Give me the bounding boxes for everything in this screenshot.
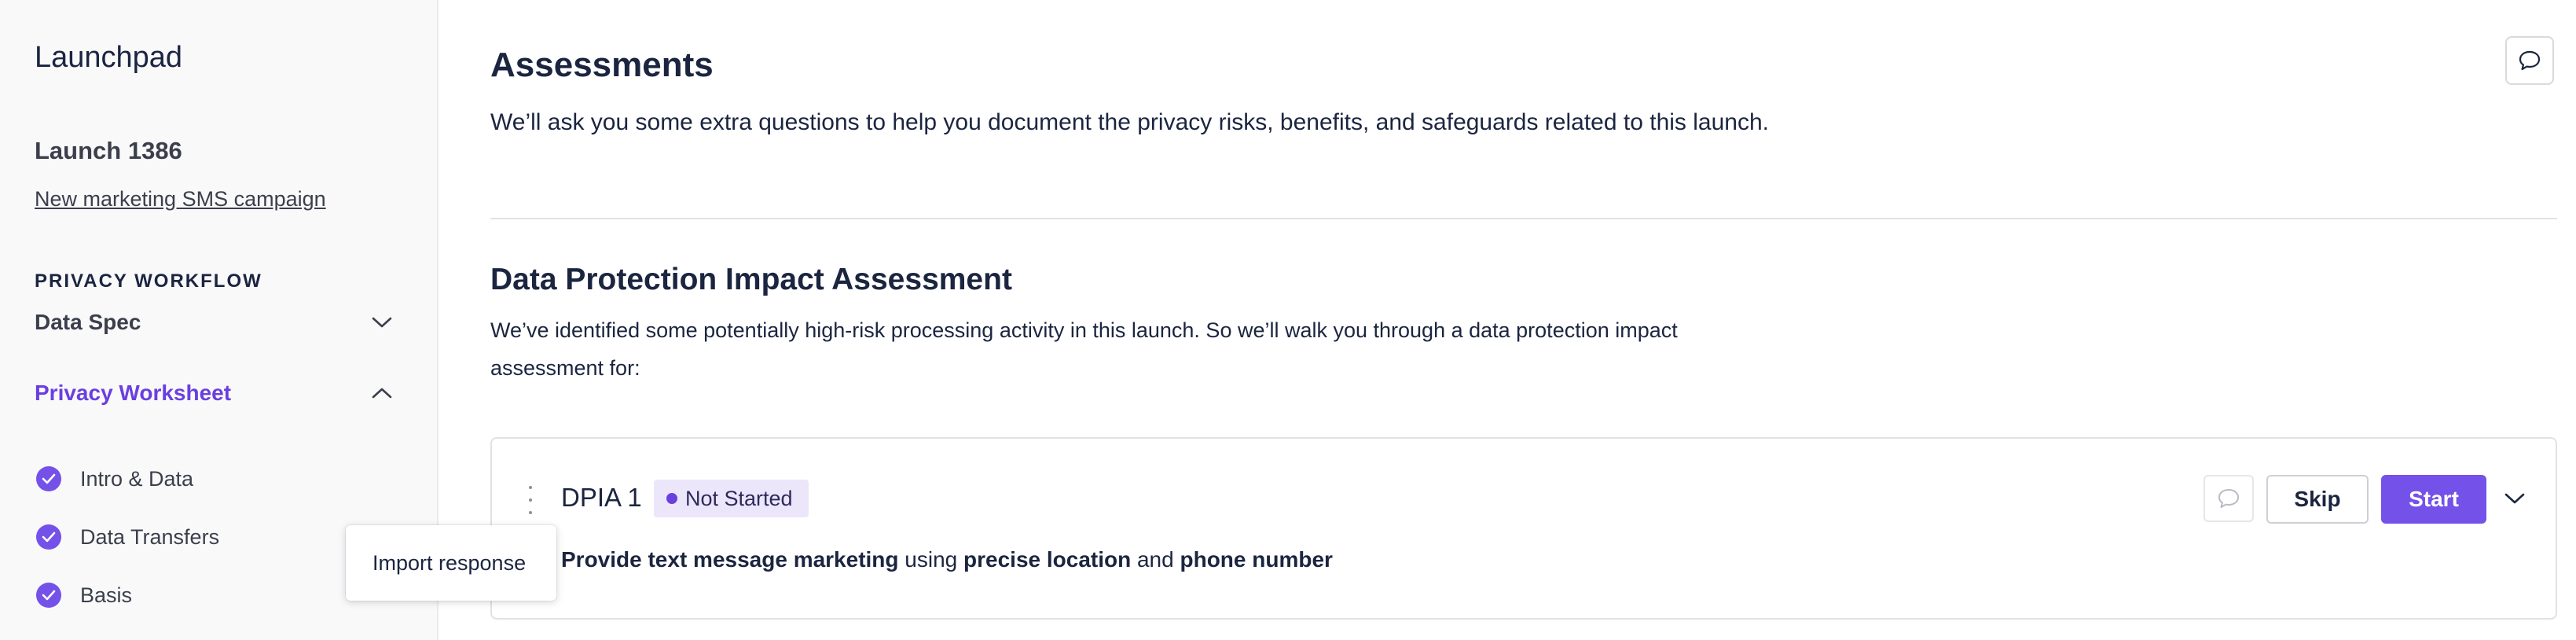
sidebar-item-label: Data Spec: [35, 310, 141, 334]
import-response-menu-item[interactable]: Import response: [372, 551, 526, 576]
section-title: Data Protection Impact Assessment: [490, 263, 1012, 296]
check-circle-icon: [36, 524, 61, 550]
skip-button[interactable]: Skip: [2266, 475, 2369, 524]
divider: [490, 218, 2557, 219]
sidebar-subitem-data-transfers[interactable]: Data Transfers: [36, 521, 219, 553]
processing-activity: Provide text message marketing: [561, 547, 899, 572]
assessment-name: DPIA 1: [561, 483, 642, 512]
start-button[interactable]: Start: [2381, 475, 2486, 524]
privacy-workflow-label: PRIVACY WORKFLOW: [35, 270, 262, 292]
status-badge: Not Started: [654, 480, 809, 517]
card-comment-button[interactable]: [2204, 475, 2254, 522]
sidebar-subitem-intro-data[interactable]: Intro & Data: [36, 463, 193, 495]
app-title: Launchpad: [35, 41, 183, 74]
status-text: Not Started: [685, 486, 793, 510]
sidebar-subitem-label: Data Transfers: [80, 524, 220, 549]
data-category: phone number: [1180, 547, 1333, 572]
chevron-down-icon[interactable]: [2501, 484, 2529, 513]
section-description: We’ve identified some potentially high-r…: [490, 318, 1678, 380]
check-circle-icon: [36, 466, 61, 491]
launch-name-link[interactable]: New marketing SMS campaign: [35, 187, 326, 211]
check-circle-icon: [36, 583, 61, 608]
sidebar-subitem-label: Intro & Data: [80, 466, 194, 491]
assessment-summary: Provide text message marketing using pre…: [561, 547, 1333, 572]
context-menu: Import response: [346, 525, 556, 601]
summary-connector: using: [905, 547, 958, 572]
chevron-up-icon[interactable]: [368, 379, 396, 407]
sidebar-subitem-label: Basis: [80, 583, 133, 607]
chevron-down-icon[interactable]: [368, 308, 396, 337]
kebab-menu-icon[interactable]: [527, 486, 534, 514]
page-title: Assessments: [490, 46, 714, 84]
summary-connector: and: [1136, 547, 1174, 572]
sidebar-item-privacy-worksheet[interactable]: Privacy Worksheet: [35, 376, 396, 410]
data-category: precise location: [963, 547, 1132, 572]
assessment-card: DPIA 1 Not Started Skip Start Provide te…: [490, 437, 2557, 620]
page-description: We’ll ask you some extra questions to he…: [490, 109, 1769, 135]
sidebar-item-label: Privacy Worksheet: [35, 381, 232, 405]
sidebar-item-data-spec[interactable]: Data Spec: [35, 305, 396, 340]
comment-button[interactable]: [2505, 36, 2554, 85]
sidebar-subitem-basis[interactable]: Basis: [36, 579, 132, 611]
status-dot-icon: [666, 493, 677, 504]
launch-title: Launch 1386: [35, 137, 182, 164]
comment-icon: [2217, 487, 2240, 509]
comment-icon: [2518, 50, 2541, 72]
